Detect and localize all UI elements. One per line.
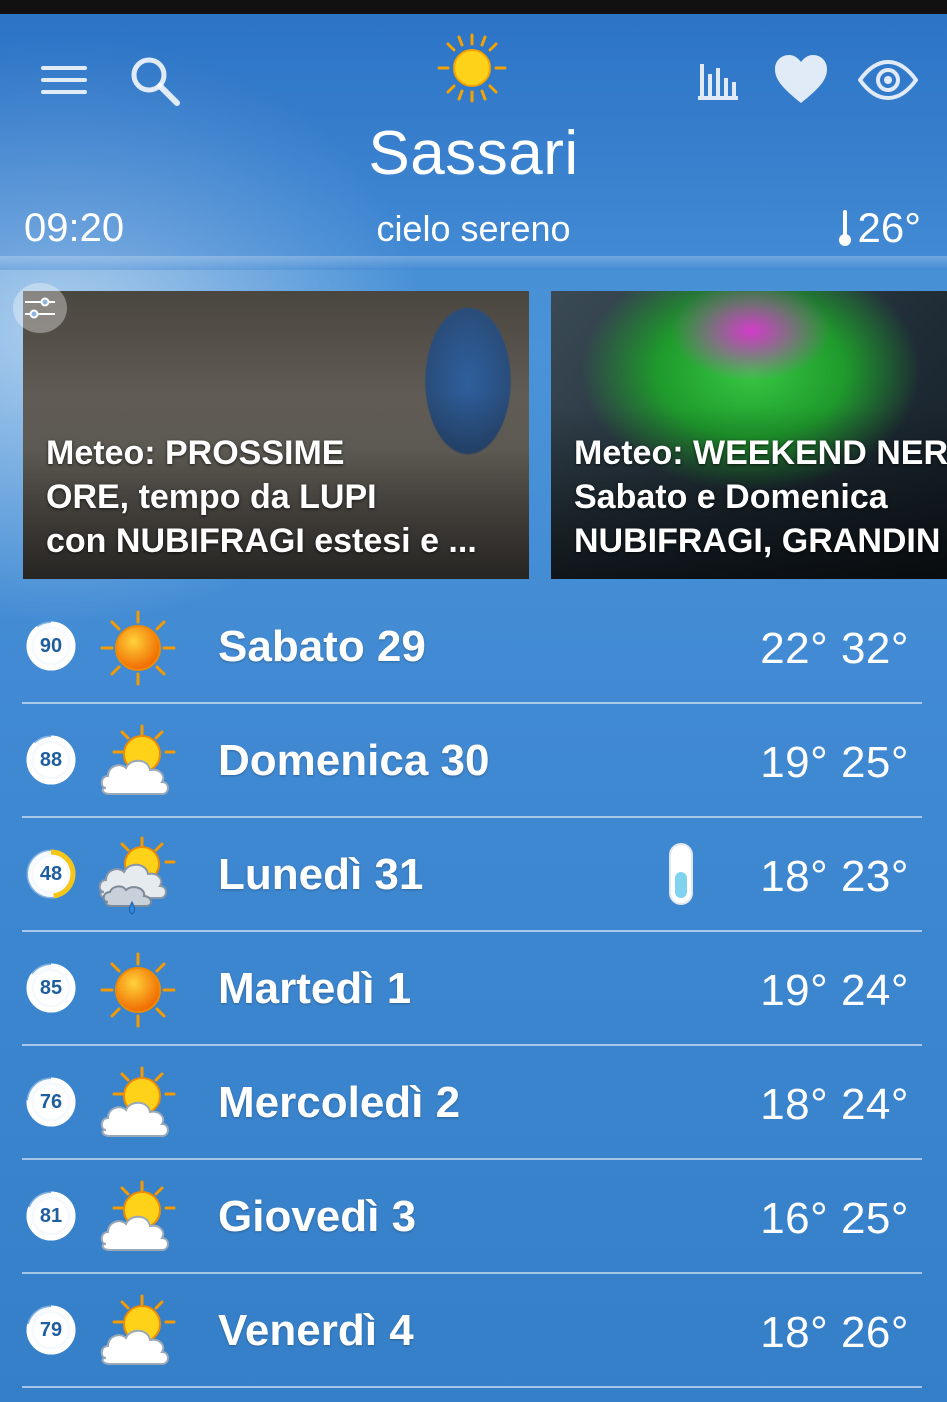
- stats-chart-icon: [698, 64, 738, 100]
- min-max-temperature: 16° 25°: [760, 1194, 909, 1243]
- stats-button[interactable]: [690, 52, 746, 108]
- menu-button[interactable]: [36, 56, 92, 104]
- day-label: Lunedì 31: [218, 850, 424, 899]
- sun-icon: [100, 610, 176, 686]
- city-name: Sassari: [368, 119, 579, 188]
- search-button[interactable]: [126, 52, 184, 110]
- filter-button[interactable]: [13, 283, 67, 333]
- sun-icon: [437, 33, 507, 103]
- row-divider: [22, 1386, 922, 1388]
- forecast-row[interactable]: 81 Giovedì 3 16° 25°: [0, 1160, 947, 1274]
- sun-cloud-icon: [100, 1294, 176, 1365]
- day-label: Sabato 29: [218, 622, 426, 671]
- min-max-temperature: 18° 23°: [760, 852, 909, 901]
- forecast-row[interactable]: 79 Venerdì 4 18° 26°: [0, 1274, 947, 1388]
- status-bar: [0, 0, 947, 14]
- current-temperature: 26°: [837, 204, 921, 252]
- favorite-button[interactable]: [770, 50, 832, 108]
- day-label: Venerdì 4: [218, 1306, 414, 1355]
- sliders-icon: [25, 297, 55, 319]
- probability-value: 88: [39, 749, 63, 771]
- min-max-temperature: 22° 32°: [760, 624, 909, 673]
- news-card[interactable]: Meteo: PROSSIME ORE, tempo da LUPI con N…: [23, 291, 529, 579]
- eye-icon: [858, 60, 918, 100]
- news-title: Meteo: PROSSIME ORE, tempo da LUPI con N…: [46, 434, 477, 560]
- day-label: Martedì 1: [218, 964, 412, 1013]
- day-label: Giovedì 3: [218, 1192, 417, 1241]
- min-max-temperature: 18° 26°: [760, 1308, 909, 1357]
- menu-icon: [41, 66, 87, 94]
- sun-cloud-icon: [100, 1180, 176, 1251]
- day-label: Mercoledì 2: [218, 1078, 461, 1127]
- min-max-temperature: 19° 25°: [760, 738, 909, 787]
- search-icon: [131, 57, 180, 106]
- day-label: Domenica 30: [218, 736, 490, 785]
- sun-cloud-icon: [100, 1066, 176, 1137]
- current-condition: cielo sereno: [376, 208, 571, 249]
- sun-cloud-rain-icon: [98, 836, 176, 915]
- probability-value: 90: [39, 635, 63, 657]
- header-divider: [0, 256, 947, 270]
- thermometer-icon: [839, 210, 852, 246]
- forecast-row[interactable]: 90 Sabato 29 22° 32°: [0, 590, 947, 704]
- probability-value: 48: [39, 863, 63, 885]
- news-card[interactable]: Meteo: WEEKEND NER Sabato e Domenica NUB…: [551, 291, 947, 579]
- forecast-row[interactable]: 48 Lunedì 31 18° 23°: [0, 818, 947, 932]
- probability-value: 76: [39, 1091, 63, 1113]
- forecast-list: 90 Sabato 29 22° 32° 88 Domenica 30 19° …: [0, 590, 947, 1388]
- thermometer-icon: [669, 843, 693, 905]
- heart-icon: [775, 55, 827, 103]
- probability-value: 79: [39, 1319, 63, 1341]
- news-title: Meteo: WEEKEND NER Sabato e Domenica NUB…: [574, 434, 947, 560]
- probability-value: 85: [39, 977, 63, 999]
- view-button[interactable]: [856, 54, 920, 106]
- current-temp-value: 26°: [857, 204, 921, 251]
- forecast-row[interactable]: 88 Domenica 30 19° 25°: [0, 704, 947, 818]
- forecast-row[interactable]: 76 Mercoledì 2 18° 24°: [0, 1046, 947, 1160]
- forecast-row[interactable]: 85 Martedì 1 19° 24°: [0, 932, 947, 1046]
- min-max-temperature: 18° 24°: [760, 1080, 909, 1129]
- sun-icon: [100, 952, 176, 1028]
- min-max-temperature: 19° 24°: [760, 966, 909, 1015]
- sun-cloud-icon: [100, 724, 176, 795]
- probability-value: 81: [39, 1205, 63, 1227]
